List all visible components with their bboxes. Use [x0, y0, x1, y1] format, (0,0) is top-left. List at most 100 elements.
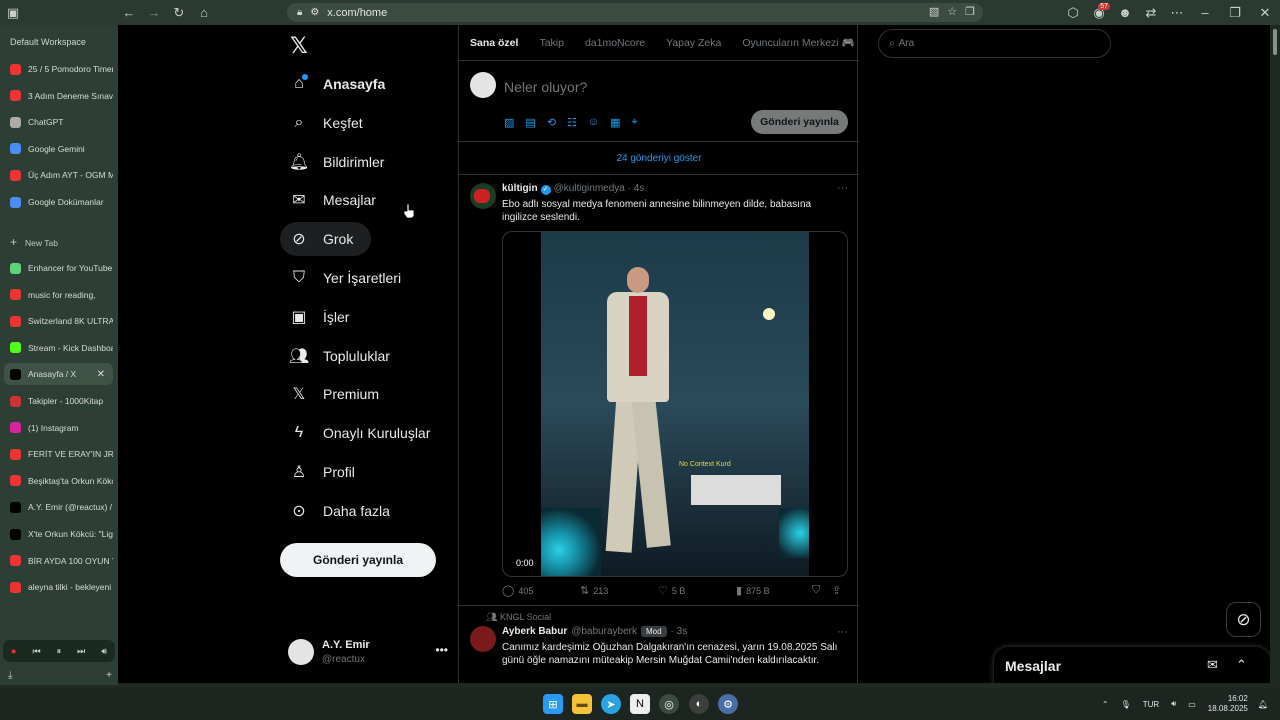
volume-icon[interactable]: 🔊︎ [1171, 699, 1176, 709]
previous-icon[interactable]: ⏮ [32, 646, 40, 657]
tweet-author-name[interactable]: Ayberk Babur [502, 626, 567, 637]
timeline-tab[interactable]: Sana özel [470, 37, 518, 49]
sidebar-tab[interactable]: Beşiktaş'ta Orkun Kökç [4, 470, 113, 492]
sidebar-tab[interactable]: ChatGPT [4, 111, 113, 133]
timeline-tab[interactable]: Takip [539, 37, 564, 49]
translate-icon[interactable]: ⇄ [1138, 2, 1164, 24]
like-button[interactable]: ♡ 5 B [658, 584, 736, 597]
tweet-author-handle[interactable]: @kultiginmedya [554, 183, 625, 194]
obs-icon[interactable]: ◐ [689, 694, 709, 714]
tweet[interactable]: 👥︎ KNGL Social Ayberk Babur @baburayberk… [459, 607, 859, 683]
share-button[interactable]: ⇪ [832, 584, 841, 597]
notion-icon[interactable]: N [630, 694, 650, 714]
new-tab-button[interactable]: + New Tab [10, 235, 58, 249]
reload-icon[interactable]: ↻ [168, 2, 190, 24]
compose-post-button[interactable]: Gönderi yayınla [751, 110, 848, 134]
sidebar-tab[interactable]: Google Gemini [4, 138, 113, 160]
search-input[interactable]: ⌕ Ara [878, 29, 1111, 58]
tweet-author-name[interactable]: kültigin [502, 183, 538, 194]
nav-item-premium[interactable]: 𝕏 Premium [280, 377, 389, 411]
network-icon[interactable]: ▭ [1188, 700, 1196, 709]
language-indicator[interactable]: TUR [1143, 700, 1159, 709]
schedule-icon[interactable]: ▦ [610, 116, 620, 129]
collections-icon[interactable]: ❐ [965, 5, 975, 18]
sidebar-tab[interactable]: FERİT VE ERAY'IN JRO [4, 443, 113, 465]
timeline-tab[interactable]: da1moNcore [585, 37, 645, 49]
image-icon[interactable]: ▨ [504, 116, 514, 129]
maximize-icon[interactable]: ❐ [1220, 2, 1250, 24]
file-explorer-icon[interactable]: ▬ [572, 694, 592, 714]
sidebar-tab[interactable]: aleyna tilki - bekleyeni [4, 576, 113, 598]
back-icon[interactable]: ← [118, 2, 140, 24]
volume-icon[interactable]: 🔊︎ [101, 646, 107, 657]
clock[interactable]: 16:02 18.08.2025 [1208, 694, 1248, 714]
repost-button[interactable]: ⇅ 213 [580, 584, 658, 597]
tweet-time[interactable]: · 3s [671, 626, 688, 637]
sidebar-tab[interactable]: 25 / 5 Pomodoro Timer [4, 58, 113, 80]
close-tab-icon[interactable]: ✕ [97, 369, 105, 380]
sidebar-tab[interactable]: Üç Adım AYT - OGM M [4, 164, 113, 186]
workspace-label[interactable]: Default Workspace [10, 37, 86, 47]
nav-item-onaylı-kuruluşlar[interactable]: ϟ Onaylı Kuruluşlar [280, 416, 440, 450]
messages-drawer[interactable]: Mesajlar ✉ ⌃ [994, 647, 1270, 683]
expand-icon[interactable]: ⌃ [1236, 657, 1247, 673]
download-icon[interactable]: ⤓ [8, 670, 12, 681]
scrollbar[interactable] [1270, 25, 1280, 683]
notification-icon[interactable]: ◉ 57 [1086, 2, 1112, 24]
sidebar-toggle-icon[interactable]: ▣ [2, 2, 24, 24]
sidebar-tab[interactable]: Switzerland 8K ULTRA [4, 310, 113, 332]
gif-icon[interactable]: ▤ [525, 116, 535, 129]
nav-item-yer-i-şaretleri[interactable]: ⛉ Yer İşaretleri [280, 261, 411, 295]
next-icon[interactable]: ⏭ [77, 646, 85, 657]
site-info-icon[interactable]: ⚙ [310, 7, 319, 18]
sidebar-tab[interactable]: music for reading, [4, 284, 113, 306]
nav-item-bildirimler[interactable]: 🔔︎ Bildirimler [280, 145, 394, 179]
home-icon[interactable]: ⌂ [193, 2, 215, 24]
nav-item-daha-fazla[interactable]: ⊙ Daha fazla [280, 494, 400, 528]
timeline-tab[interactable]: Yapay Zeka [666, 37, 721, 49]
add-icon[interactable]: + [106, 670, 112, 681]
more-icon[interactable]: ··· [837, 182, 848, 194]
sidebar-tab[interactable]: X'te Orkun Kökcü: "Lig [4, 523, 113, 545]
sidebar-tab[interactable]: Anasayfa / X ✕ [4, 363, 113, 386]
nav-item-grok[interactable]: ⊘ Grok [280, 222, 372, 257]
telegram-icon[interactable]: ➤ [601, 694, 621, 714]
grok-button[interactable]: ⊘ [1226, 602, 1261, 637]
avatar[interactable] [470, 183, 496, 209]
microphone-icon[interactable]: 🎙︎ [1121, 700, 1131, 709]
pause-icon[interactable]: ⏸ [57, 646, 62, 657]
nav-item-i-şler[interactable]: ▣ İşler [280, 300, 359, 334]
show-new-posts[interactable]: 24 gönderiyi göster [459, 143, 859, 175]
start-icon[interactable]: ⊞ [543, 694, 563, 714]
sidebar-tab[interactable]: 3 Adım Deneme Sınavı [4, 85, 113, 107]
star-icon[interactable]: ☆ [947, 5, 957, 18]
grok-icon[interactable]: ⟲ [547, 116, 556, 129]
sidebar-tab[interactable]: Google Dokümanlar [4, 191, 113, 213]
timeline-tab[interactable]: Oyuncuların Merkezi 🎮 [742, 36, 854, 49]
views-button[interactable]: ▮ 875 B [736, 584, 812, 597]
forward-icon[interactable]: → [143, 2, 165, 24]
tweet-video[interactable]: No Context Kurd 0:00 [502, 231, 848, 577]
nav-item-mesajlar[interactable]: ✉ Mesajlar [280, 183, 386, 217]
sidebar-tab[interactable]: A.Y. Emir (@reactux) / [4, 496, 113, 518]
notification-bell-icon[interactable]: 🔔︎ [1258, 700, 1268, 709]
close-icon[interactable]: ✕ [1250, 2, 1280, 24]
bookmark-button[interactable]: ⛉ [812, 584, 832, 597]
sidebar-tab[interactable]: BİR AYDA 100 OYUN Y [4, 550, 113, 572]
tweet-social-context[interactable]: 👥︎ KNGL Social [486, 612, 551, 623]
sidebar-tab[interactable]: Enhancer for YouTube [4, 257, 113, 279]
tweet-time[interactable]: · 4s [628, 183, 645, 194]
profile-icon[interactable]: ☻ [1112, 2, 1138, 24]
sidebar-tab[interactable]: (1) Instagram [4, 417, 113, 439]
reply-button[interactable]: ◯ 405 [502, 584, 580, 597]
new-message-icon[interactable]: ✉ [1207, 657, 1218, 673]
emoji-icon[interactable]: ☺ [588, 116, 599, 129]
avatar[interactable] [470, 626, 496, 652]
location-icon[interactable]: ⌖ [632, 116, 638, 129]
x-logo-icon[interactable]: 𝕏 [290, 33, 308, 59]
post-button[interactable]: Gönderi yayınla [280, 543, 436, 577]
extension-icon[interactable]: ⬡ [1060, 2, 1086, 24]
browser-icon[interactable]: ◎ [659, 694, 679, 714]
menu-icon[interactable]: ⋯ [1164, 2, 1190, 24]
nav-item-topluluklar[interactable]: 👥︎ Topluluklar [280, 339, 400, 373]
